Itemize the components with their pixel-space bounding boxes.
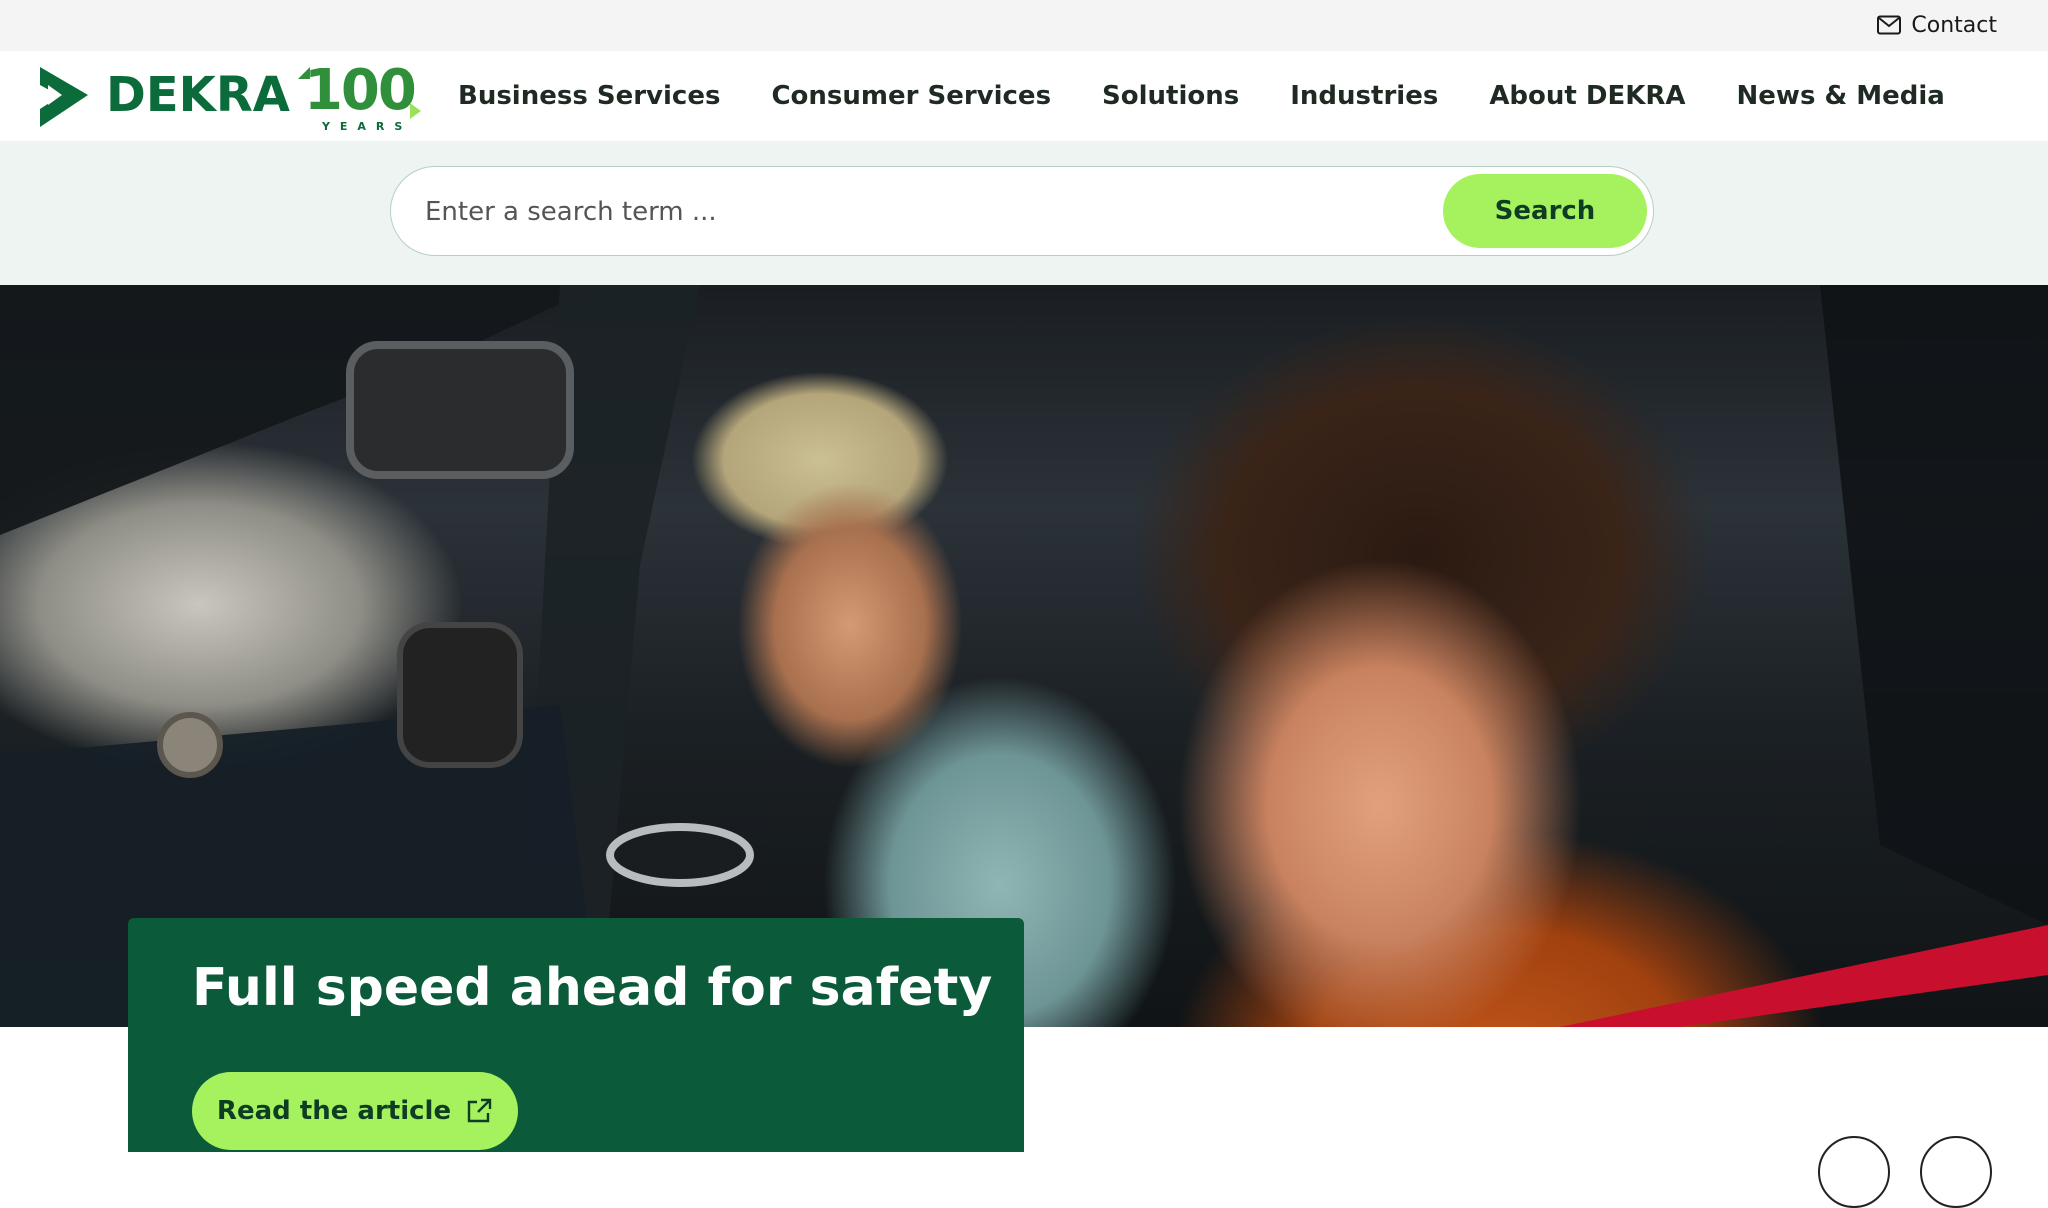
external-link-icon	[467, 1098, 492, 1123]
badge-play-icon	[409, 103, 421, 119]
dekra-logo[interactable]: DEKRA 100 YEARS	[36, 61, 434, 135]
search-button[interactable]: Search	[1443, 174, 1647, 248]
dekra-triangle-logo-icon	[40, 67, 88, 127]
hero-image	[0, 285, 2048, 1027]
logo-wordmark: DEKRA	[106, 67, 290, 123]
teaser-title: Full speed ahead for safety	[192, 958, 993, 1018]
carousel-next-button[interactable]	[1920, 1136, 1992, 1208]
main-header: DEKRA 100 YEARS Business Services Consum…	[0, 51, 2048, 141]
nav-news-media[interactable]: News & Media	[1737, 81, 1945, 111]
primary-nav: Business Services Consumer Services Solu…	[458, 51, 1996, 141]
anniversary-label: YEARS	[321, 120, 413, 133]
nav-business-services[interactable]: Business Services	[458, 81, 720, 111]
nav-consumer-services[interactable]: Consumer Services	[771, 81, 1051, 111]
contact-link[interactable]: Contact	[1877, 0, 1997, 50]
search-input[interactable]	[423, 167, 1427, 257]
carousel-prev-button[interactable]	[1818, 1136, 1890, 1208]
hero-photo	[0, 285, 2048, 1027]
utility-bar: Contact	[0, 0, 2048, 52]
search-band: Search	[0, 141, 2048, 285]
read-article-label: Read the article	[216, 1096, 452, 1126]
search-box: Search	[390, 166, 1654, 257]
contact-label: Contact	[1911, 12, 1997, 38]
nav-industries[interactable]: Industries	[1290, 81, 1438, 111]
anniversary-badge: 100 YEARS	[297, 58, 434, 133]
anniversary-number: 100	[303, 58, 417, 123]
hero-teaser-card: Full speed ahead for safety Read the art…	[128, 918, 1024, 1152]
nav-about-dekra[interactable]: About DEKRA	[1489, 81, 1685, 111]
nav-solutions[interactable]: Solutions	[1102, 81, 1239, 111]
mail-icon	[1877, 15, 1902, 35]
read-article-button[interactable]: Read the article	[192, 1072, 518, 1150]
